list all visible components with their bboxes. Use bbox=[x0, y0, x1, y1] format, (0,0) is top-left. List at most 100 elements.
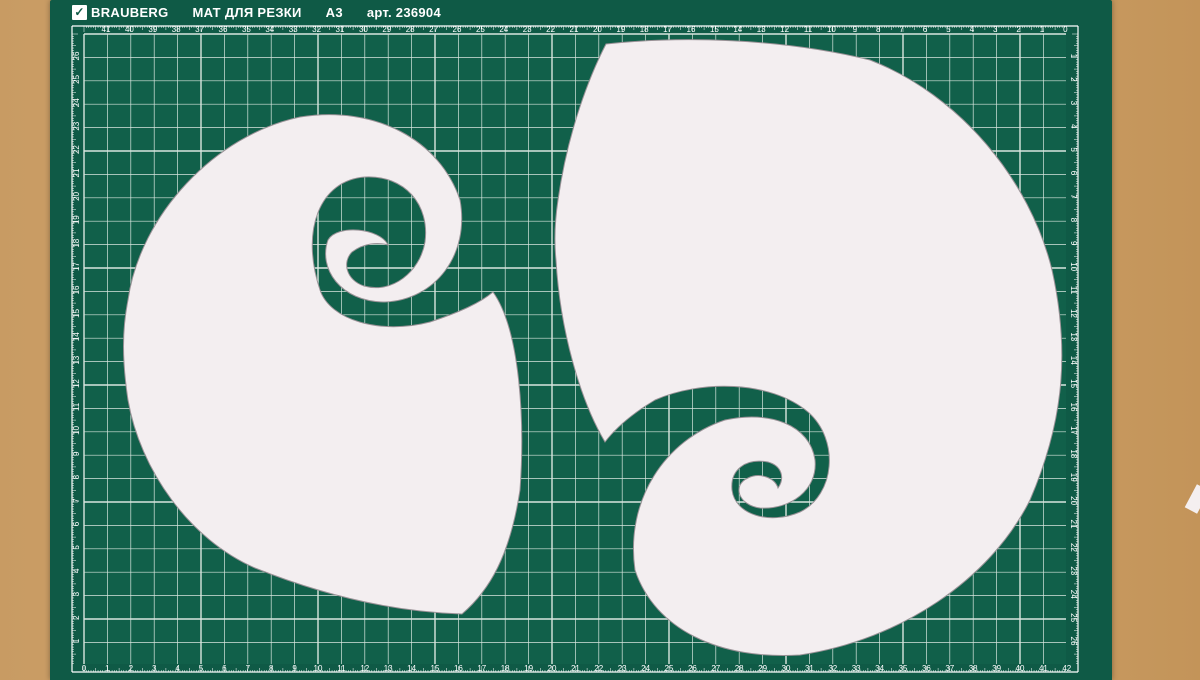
ruler-label: 3 bbox=[993, 25, 998, 34]
ruler-label: 1 bbox=[72, 638, 81, 643]
ruler-label: 27 bbox=[711, 664, 720, 673]
ruler-label: 34 bbox=[875, 664, 884, 673]
ruler-label: 11 bbox=[804, 25, 813, 34]
ruler-label: 7 bbox=[246, 664, 251, 673]
ruler-label: 2 bbox=[129, 664, 134, 673]
ruler-label: 29 bbox=[758, 664, 767, 673]
ruler-label: 7 bbox=[899, 25, 904, 34]
ruler-label: 35 bbox=[242, 25, 251, 34]
ruler-label: 37 bbox=[195, 25, 204, 34]
ruler-label: 13 bbox=[1069, 332, 1078, 341]
ruler-label: 8 bbox=[1069, 218, 1078, 223]
ruler-label: 21 bbox=[72, 168, 81, 177]
ruler-label: 7 bbox=[72, 498, 81, 503]
ruler-label: 26 bbox=[72, 51, 81, 60]
ruler-label: 3 bbox=[152, 664, 157, 673]
ruler-label: 35 bbox=[899, 664, 908, 673]
ruler-label: 34 bbox=[265, 25, 274, 34]
ruler-label: 13 bbox=[384, 664, 393, 673]
ruler-label: 2 bbox=[1016, 25, 1021, 34]
ruler-label: 18 bbox=[1069, 449, 1078, 458]
ruler-label: 17 bbox=[663, 25, 672, 34]
ruler-label: 2 bbox=[1069, 77, 1078, 82]
ruler-label: 33 bbox=[852, 664, 861, 673]
ruler-label: 2 bbox=[72, 615, 81, 620]
ruler-label: 5 bbox=[199, 664, 204, 673]
ruler-label: 18 bbox=[72, 238, 81, 247]
ruler-label: 13 bbox=[72, 355, 81, 364]
ruler-label: 41 bbox=[1039, 664, 1048, 673]
ruler-label: 26 bbox=[688, 664, 697, 673]
ruler-label: 40 bbox=[1016, 664, 1025, 673]
ruler-label: 9 bbox=[1069, 241, 1078, 246]
ruler-label: 9 bbox=[292, 664, 297, 673]
ruler-label: 3 bbox=[72, 591, 81, 596]
ruler-label: 33 bbox=[289, 25, 298, 34]
ruler-label: 16 bbox=[1069, 403, 1078, 412]
ruler-label: 24 bbox=[1069, 590, 1078, 599]
ruler-label: 37 bbox=[945, 664, 954, 673]
ruler-label: 10 bbox=[72, 425, 81, 434]
ruler-label: 38 bbox=[969, 664, 978, 673]
ruler-label: 20 bbox=[593, 25, 602, 34]
ruler-label: 32 bbox=[828, 664, 837, 673]
ruler-label: 9 bbox=[72, 451, 81, 456]
ruler-label: 31 bbox=[336, 25, 345, 34]
ruler-label: 18 bbox=[640, 25, 649, 34]
ruler-label: 36 bbox=[922, 664, 931, 673]
ruler-label: 24 bbox=[641, 664, 650, 673]
ruler-label: 25 bbox=[72, 74, 81, 83]
ruler-label: 0 bbox=[1063, 25, 1068, 34]
ruler-label: 36 bbox=[219, 25, 228, 34]
ruler-label: 30 bbox=[359, 25, 368, 34]
ruler-label: 11 bbox=[1069, 286, 1078, 295]
ruler-label: 16 bbox=[454, 664, 463, 673]
ruler-label: 5 bbox=[72, 545, 81, 550]
ruler-label: 17 bbox=[477, 664, 486, 673]
ruler-label: 31 bbox=[805, 664, 814, 673]
ruler-label: 21 bbox=[570, 25, 579, 34]
ruler-label: 40 bbox=[125, 25, 134, 34]
ruler-label: 7 bbox=[1069, 194, 1078, 199]
ruler-label: 0 bbox=[82, 664, 87, 673]
ruler-label: 21 bbox=[571, 664, 580, 673]
ruler-label: 22 bbox=[594, 664, 603, 673]
ruler-label: 8 bbox=[269, 664, 274, 673]
ruler-label: 14 bbox=[733, 25, 742, 34]
ruler-label: 18 bbox=[501, 664, 510, 673]
ruler-label: 5 bbox=[1069, 147, 1078, 152]
ruler-label: 15 bbox=[431, 664, 440, 673]
ruler-label: 24 bbox=[499, 25, 508, 34]
ruler-label: 12 bbox=[780, 25, 789, 34]
ruler-label: 15 bbox=[1069, 379, 1078, 388]
ruler-label: 16 bbox=[687, 25, 696, 34]
ruler-label: 19 bbox=[72, 215, 81, 224]
ruler-label: 8 bbox=[72, 474, 81, 479]
ruler-label: 39 bbox=[992, 664, 1001, 673]
ruler-label: 25 bbox=[665, 664, 674, 673]
ruler-label: 19 bbox=[616, 25, 625, 34]
ruler-label: 6 bbox=[72, 521, 81, 526]
ruler-label: 25 bbox=[476, 25, 485, 34]
ruler-label: 12 bbox=[360, 664, 369, 673]
ruler-label: 23 bbox=[523, 25, 532, 34]
ruler-label: 38 bbox=[172, 25, 181, 34]
ruler-label: 23 bbox=[618, 664, 627, 673]
ruler-label: 22 bbox=[1069, 543, 1078, 552]
ruler-label: 41 bbox=[102, 25, 111, 34]
ruler-label: 3 bbox=[1069, 101, 1078, 106]
ruler-label: 12 bbox=[1069, 309, 1078, 318]
ruler-label: 9 bbox=[853, 25, 858, 34]
ruler-label: 11 bbox=[72, 402, 81, 411]
ruler-label: 23 bbox=[72, 121, 81, 130]
ruler-label: 19 bbox=[524, 664, 533, 673]
ruler-label: 22 bbox=[72, 145, 81, 154]
ruler-label: 17 bbox=[72, 262, 81, 271]
ruler-label: 8 bbox=[876, 25, 881, 34]
ruler-label: 22 bbox=[546, 25, 555, 34]
ruler-label: 1 bbox=[105, 664, 110, 673]
ruler-label: 20 bbox=[548, 664, 557, 673]
ruler-label: 15 bbox=[710, 25, 719, 34]
ruler-label: 13 bbox=[757, 25, 766, 34]
ruler-label: 20 bbox=[1069, 496, 1078, 505]
